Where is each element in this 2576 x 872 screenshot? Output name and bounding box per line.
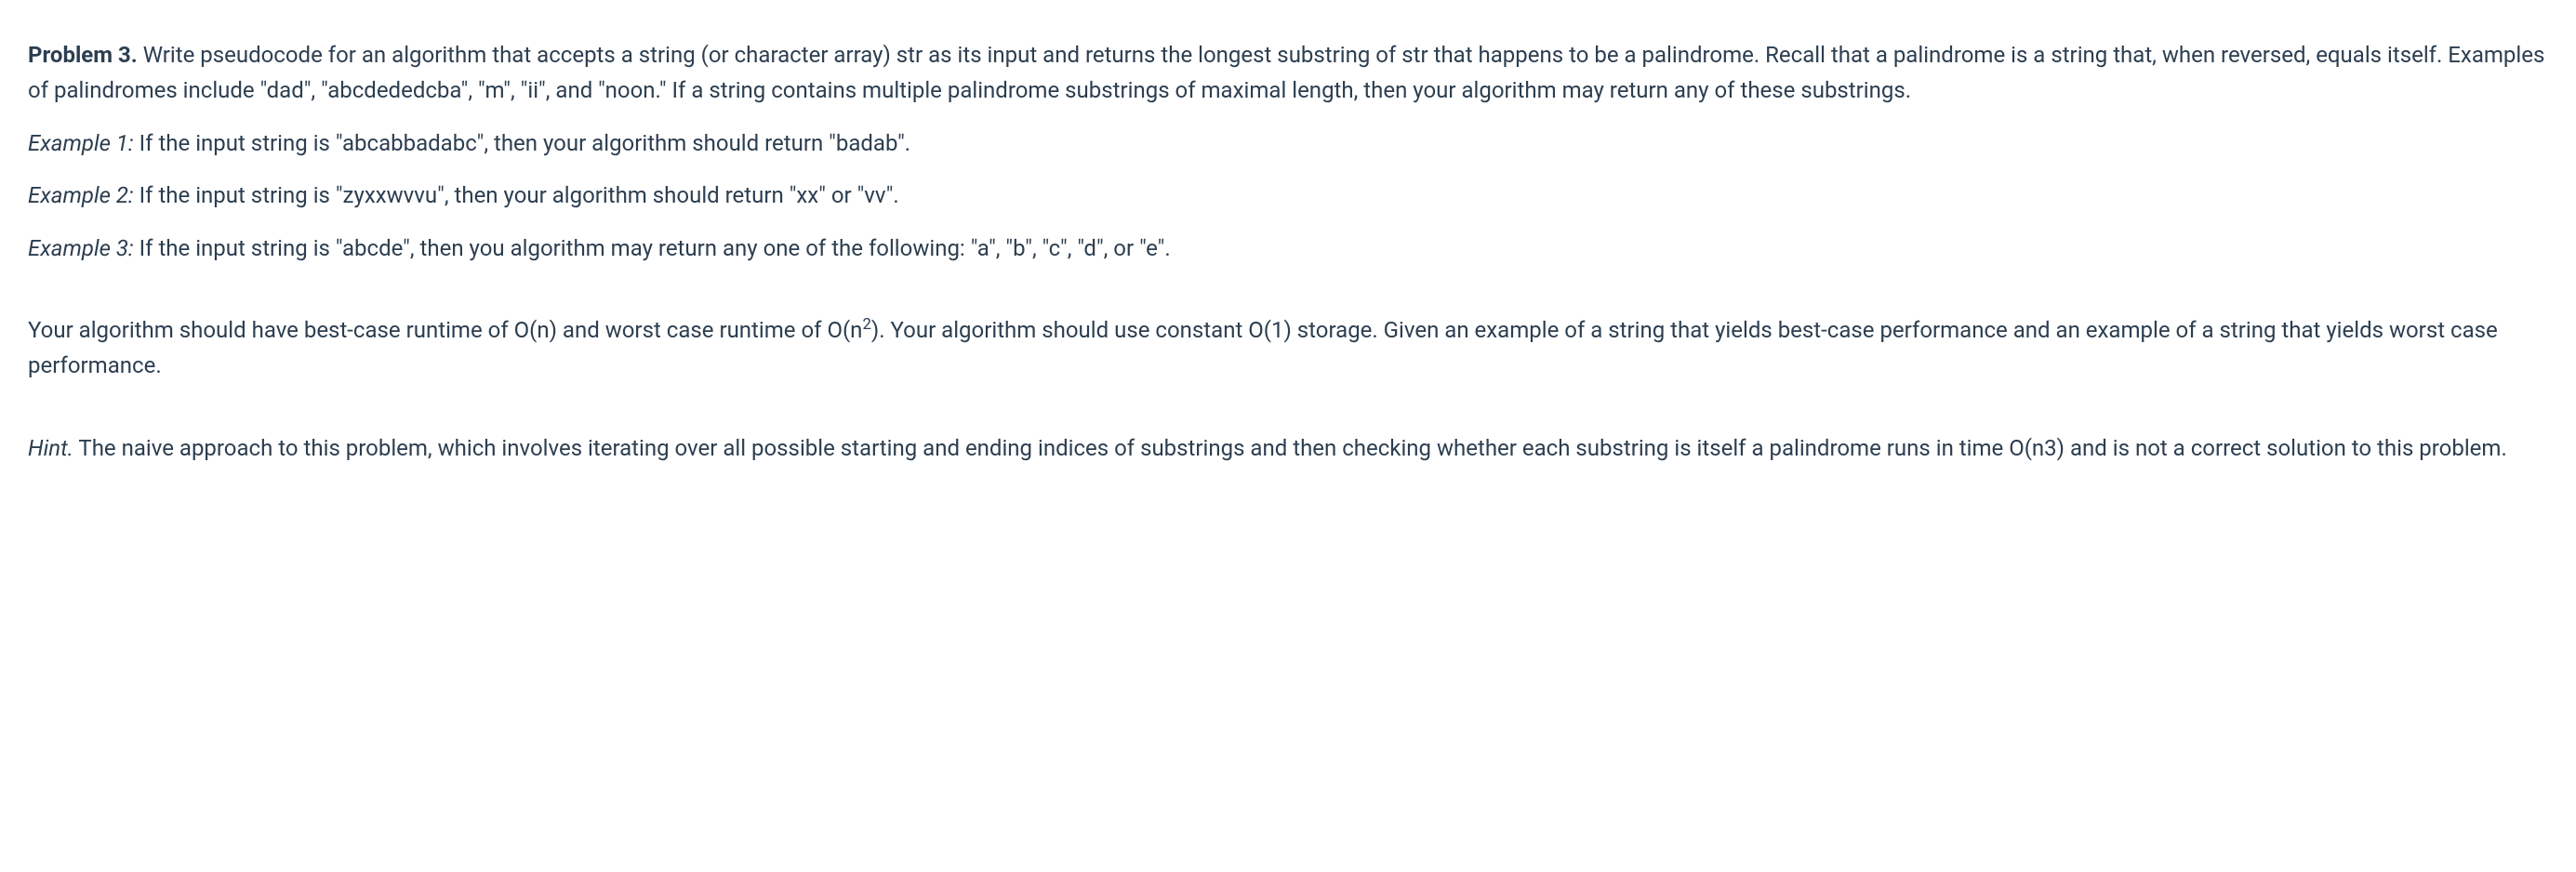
- hint: Hint. The naive approach to this problem…: [28, 430, 2548, 466]
- example-3: Example 3: If the input string is "abcde…: [28, 231, 2548, 266]
- hint-text: The naive approach to this problem, whic…: [73, 435, 2507, 461]
- problem-label: Problem 3.: [28, 42, 138, 68]
- example-3-label: Example 3:: [28, 235, 134, 261]
- example-1: Example 1: If the input string is "abcab…: [28, 126, 2548, 161]
- example-2: Example 2: If the input string is "zyxxw…: [28, 178, 2548, 213]
- requirements: Your algorithm should have best-case run…: [28, 312, 2548, 384]
- requirements-part1: Your algorithm should have best-case run…: [28, 317, 862, 343]
- problem-text: Write pseudocode for an algorithm that a…: [28, 42, 2544, 103]
- example-1-label: Example 1:: [28, 130, 134, 156]
- example-2-label: Example 2:: [28, 182, 134, 208]
- example-1-text: If the input string is "abcabbadabc", th…: [134, 130, 910, 156]
- hint-label: Hint.: [28, 435, 73, 461]
- example-3-text: If the input string is "abcde", then you…: [134, 235, 1171, 261]
- example-2-text: If the input string is "zyxxwvvu", then …: [134, 182, 899, 208]
- requirements-superscript: 2: [862, 315, 870, 334]
- problem-statement: Problem 3. Write pseudocode for an algor…: [28, 37, 2548, 109]
